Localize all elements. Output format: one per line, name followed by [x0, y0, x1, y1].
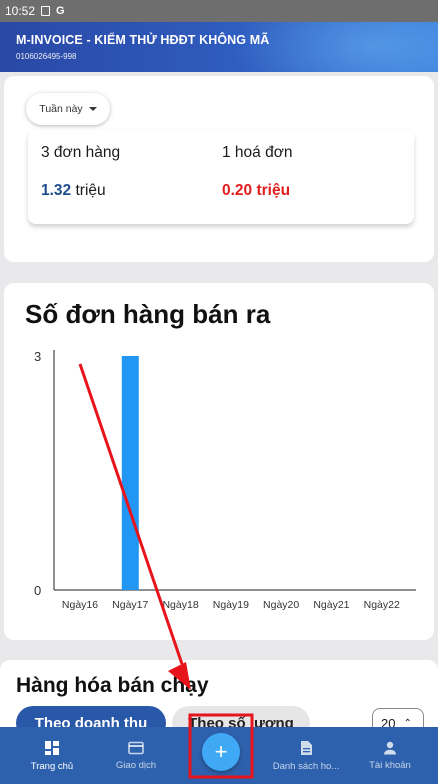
- orders-revenue-value: 1.32: [41, 182, 72, 199]
- x-tick-label: Ngày18: [162, 599, 198, 611]
- nav-home[interactable]: Trang chủ: [22, 727, 82, 784]
- x-tick-label: Ngày21: [313, 599, 349, 611]
- x-tick-label: Ngày20: [263, 599, 299, 611]
- x-tick-label: Ngày17: [112, 599, 148, 611]
- x-tick-label: Ngày22: [364, 599, 400, 611]
- caret-down-icon: [88, 107, 97, 111]
- period-label: Tuần này: [39, 103, 83, 115]
- x-tick-label: Ngày19: [213, 599, 249, 611]
- header-decoration: [218, 22, 438, 72]
- orders-revenue: 1.32 triệu: [41, 182, 106, 200]
- orders-chart-card: Số đơn hàng bán ra 0 3 Ngày16 Ngày17 Ngày18 N…: [4, 283, 434, 640]
- y-tick-label: 0: [34, 583, 41, 598]
- x-tick-label: Ngày16: [62, 599, 98, 611]
- invoices-count: 1 hoá đơn: [222, 144, 293, 161]
- person-icon: [384, 741, 396, 754]
- credit-card-icon: [128, 741, 144, 754]
- best-sellers-card: Hàng hóa bán chạy Theo doanh thu Theo số…: [0, 660, 438, 730]
- bar: [121, 356, 139, 590]
- google-icon: G: [56, 5, 65, 17]
- create-invoice-fab[interactable]: +: [202, 733, 240, 771]
- orders-count: 3 đơn hàng: [41, 144, 121, 161]
- nav-home-label: Trang chủ: [30, 760, 74, 772]
- summary-card: Tuần này 3 đơn hàng 1 hoá đơn 1.32 triệu…: [4, 76, 434, 262]
- status-bar: 10:52 G: [0, 0, 438, 22]
- nav-invoice-list[interactable]: Danh sách ho...: [268, 727, 344, 784]
- invoices-revenue: 0.20 triệu: [222, 182, 291, 199]
- nav-transactions-label: Giao dịch: [115, 759, 157, 771]
- nav-account[interactable]: Tài khoản: [360, 727, 420, 784]
- stats-panel: 3 đơn hàng 1 hoá đơn 1.32 triệu 0.20 tri…: [28, 130, 414, 224]
- document-icon: [300, 740, 312, 755]
- dashboard-icon: [45, 740, 59, 755]
- orders-revenue-unit: triệu: [71, 182, 106, 199]
- nav-transactions[interactable]: Giao dịch: [106, 727, 166, 784]
- app-header: M-INVOICE - KIỂM THỬ HĐĐT KHÔNG MÃ 01060…: [0, 22, 438, 72]
- nav-invoice-list-label: Danh sách ho...: [272, 760, 340, 772]
- period-dropdown[interactable]: Tuần này: [26, 93, 110, 125]
- company-name: M-INVOICE - KIỂM THỬ HĐĐT KHÔNG MÃ: [16, 33, 270, 47]
- notification-icon: [41, 6, 51, 16]
- orders-chart: 0 3 Ngày16 Ngày17 Ngày18 Ngày19 Ngày20 Ngày21 Ng…: [34, 349, 416, 611]
- status-time: 10:52: [5, 4, 36, 18]
- y-tick-label: 3: [34, 349, 41, 364]
- nav-account-label: Tài khoản: [369, 759, 411, 771]
- tax-code: 0106026495-998: [16, 52, 77, 61]
- best-sellers-title: Hàng hóa bán chạy: [16, 674, 209, 697]
